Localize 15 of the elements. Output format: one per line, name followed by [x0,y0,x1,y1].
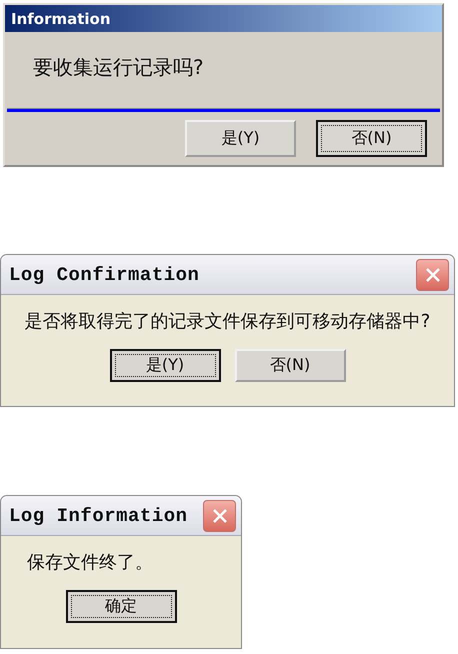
message-text: 要收集运行记录吗? [33,54,204,81]
message-text: 是否将取得完了的记录文件保存到可移动存储器中? [24,310,430,333]
window-title: Information [11,10,111,28]
close-button[interactable] [203,500,236,532]
dialog-button[interactable]: 确定 [66,590,176,623]
window-title: Log Confirmation [9,264,200,286]
close-button[interactable] [416,258,449,290]
dialog-button[interactable]: 否(N) [316,120,427,157]
window-title: Log Information [9,504,188,526]
close-icon [424,266,442,284]
close-icon [210,506,228,524]
dialog-button[interactable]: 是(Y) [110,349,220,382]
message-text: 保存文件终了。 [27,551,153,574]
dialog-button[interactable]: 是(Y) [185,120,296,157]
dialog-button[interactable]: 否(N) [234,349,346,382]
